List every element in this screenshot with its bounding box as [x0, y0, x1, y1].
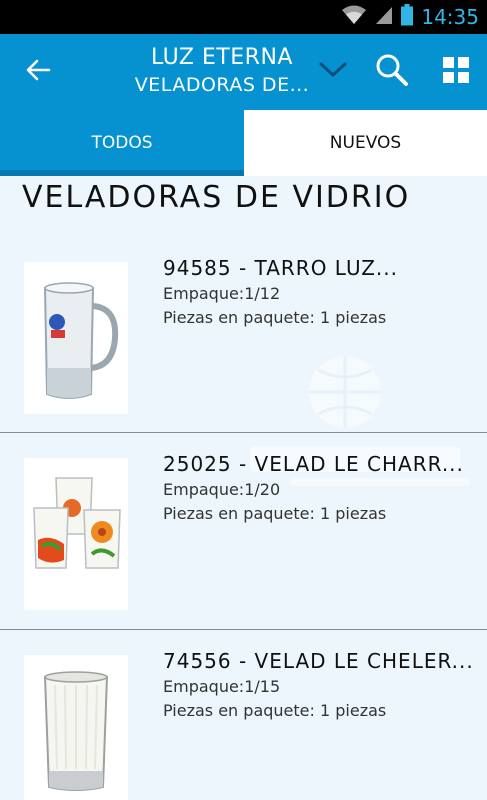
product-packing: Empaque:1/20 [163, 480, 281, 499]
status-bar: 14:35 [0, 0, 487, 34]
back-button[interactable] [18, 54, 58, 90]
dropdown-button[interactable] [313, 54, 353, 90]
wifi-icon [341, 5, 367, 29]
product-list: 94585 - TARRO LUZ... Empaque:1/12 Piezas… [0, 236, 487, 800]
section-title: VELADORAS DE VIDRIO [22, 180, 411, 215]
grid-view-button[interactable] [434, 54, 478, 90]
title-block[interactable]: LUZ ETERNA VELADORAS DE... [120, 44, 324, 98]
tab-indicator [0, 170, 244, 176]
product-packing: Empaque:1/15 [163, 677, 281, 696]
product-info: 94585 - TARRO LUZ... Empaque:1/12 Piezas… [163, 254, 483, 330]
product-info: 25025 - VELAD LE CHARR... Empaque:1/20 P… [163, 450, 483, 526]
clock: 14:35 [421, 5, 479, 29]
app-title: LUZ ETERNA [151, 45, 293, 70]
product-title: 74556 - VELAD LE CHELER... [163, 649, 474, 673]
tab-nuevos[interactable]: NUEVOS [244, 110, 487, 176]
arrow-back-icon [25, 59, 51, 85]
product-image [24, 655, 128, 800]
app-subtitle: VELADORAS DE... [134, 74, 310, 96]
product-image [24, 262, 128, 414]
product-image [24, 458, 128, 610]
search-icon [375, 53, 409, 91]
product-title: 25025 - VELAD LE CHARR... [163, 452, 464, 476]
list-item[interactable]: 94585 - TARRO LUZ... Empaque:1/12 Piezas… [0, 236, 487, 433]
product-info: 74556 - VELAD LE CHELER... Empaque:1/15 … [163, 647, 483, 723]
tab-bar: TODOS NUEVOS [0, 110, 487, 176]
product-title: 94585 - TARRO LUZ... [163, 256, 398, 280]
list-item[interactable]: 25025 - VELAD LE CHARR... Empaque:1/20 P… [0, 433, 487, 630]
product-pieces: Piezas en paquete: 1 piezas [163, 701, 387, 720]
chevron-down-icon [319, 62, 347, 82]
product-packing: Empaque:1/12 [163, 284, 281, 303]
signal-icon [375, 5, 393, 29]
status-icons: 14:35 [341, 0, 479, 34]
list-item[interactable]: 74556 - VELAD LE CHELER... Empaque:1/15 … [0, 630, 487, 800]
tab-todos[interactable]: TODOS [0, 110, 244, 176]
product-pieces: Piezas en paquete: 1 piezas [163, 308, 387, 327]
product-pieces: Piezas en paquete: 1 piezas [163, 504, 387, 523]
search-button[interactable] [370, 52, 414, 92]
tab-label: TODOS [91, 133, 153, 153]
battery-icon [401, 4, 414, 30]
app-bar: LUZ ETERNA VELADORAS DE... [0, 34, 487, 110]
grid-view-icon [443, 57, 469, 87]
tab-label: NUEVOS [329, 133, 402, 153]
